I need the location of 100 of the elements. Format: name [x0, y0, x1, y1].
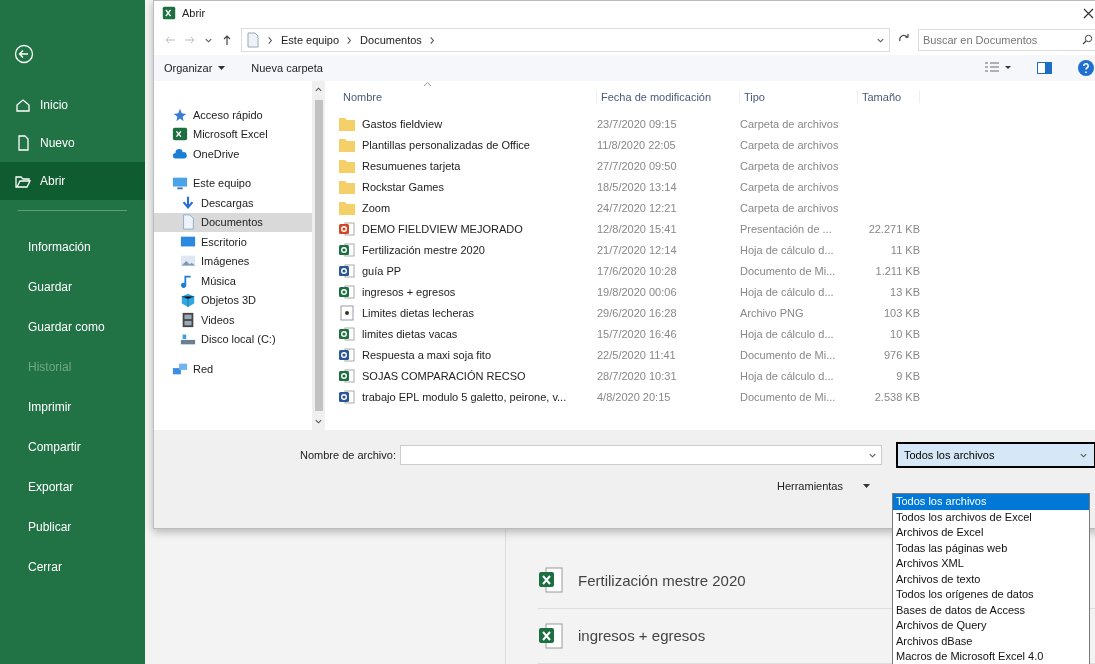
sidebar-item[interactable]: Nuevo: [0, 124, 145, 162]
column-header[interactable]: Tamaño: [858, 91, 920, 103]
caret-icon: [863, 483, 870, 489]
spreadsheet-icon: [162, 6, 176, 20]
size-cell-text: 22.271 KB: [867, 222, 920, 235]
file-type-option[interactable]: Archivos de Excel: [893, 525, 1089, 541]
window-title: Abrir: [182, 7, 207, 19]
help-icon[interactable]: [1078, 60, 1094, 76]
back-icon[interactable]: [14, 44, 34, 64]
document-file-icon: [339, 388, 355, 405]
file-type-option[interactable]: Todos los archivos: [893, 494, 1089, 510]
view-options-button[interactable]: [985, 62, 1011, 74]
breadcrumb-item[interactable]: Este equipo: [281, 34, 340, 46]
address-bar[interactable]: Este equipo Documentos: [241, 28, 890, 52]
file-name-cell[interactable]: guía PP: [339, 262, 597, 279]
folder-icon: [339, 179, 355, 194]
sidebar-item[interactable]: Información: [0, 227, 145, 267]
file-name-cell[interactable]: Gastos fieldview: [339, 116, 597, 131]
nav-item[interactable]: OneDrive: [154, 144, 312, 164]
date-cell-text: 22/5/2020 11:41: [597, 348, 677, 361]
file-type-option[interactable]: Macros de Microsoft Excel 4.0: [893, 649, 1089, 664]
document-file-icon: [339, 346, 355, 363]
type-cell-text: Carpeta de archivos: [740, 117, 840, 130]
file-name-cell[interactable]: Resumuenes tarjeta: [339, 158, 597, 173]
file-name-cell[interactable]: Fertilización mestre 2020: [339, 241, 597, 258]
file-type-option[interactable]: Archivos de texto: [893, 571, 1089, 587]
nav-item[interactable]: Microsoft Excel: [154, 124, 312, 144]
nav-item[interactable]: Acceso rápido: [154, 105, 312, 125]
sidebar-item[interactable]: Compartir: [0, 427, 145, 467]
column-header[interactable]: Fecha de modificación: [597, 91, 740, 103]
nav-item[interactable]: Descargas: [154, 193, 312, 213]
file-name-cell[interactable]: Plantillas personalizadas de Office: [339, 137, 597, 152]
preview-pane-icon[interactable]: [1037, 62, 1052, 74]
file-name-cell[interactable]: Limites dietas lecheras: [339, 304, 597, 321]
presentation-file-icon: [339, 220, 355, 237]
new-folder-button[interactable]: Nueva carpeta: [251, 62, 323, 74]
type-cell-text: Presentación de ...: [740, 222, 833, 235]
sidebar-item[interactable]: Exportar: [0, 467, 145, 507]
download-icon: [180, 194, 196, 211]
file-name-cell[interactable]: Zoom: [339, 200, 597, 215]
sidebar-item[interactable]: Guardar: [0, 267, 145, 307]
file-type-dropdown[interactable]: Todos los archivos: [896, 442, 1095, 468]
nav-item[interactable]: Objetos 3D: [154, 290, 312, 310]
date-cell-text: 24/7/2020 12:21: [597, 201, 678, 214]
file-name-cell[interactable]: Respuesta a maxi soja fito: [339, 346, 597, 363]
search-icon: [1082, 34, 1093, 45]
file-type-option[interactable]: Todas las páginas web: [893, 540, 1089, 556]
film-icon: [180, 311, 196, 328]
file-type-option[interactable]: Archivos de Query: [893, 618, 1089, 634]
sidebar-item[interactable]: Inicio: [0, 86, 145, 124]
sidebar-item[interactable]: Cerrar: [0, 547, 145, 587]
file-name-field[interactable]: [400, 445, 882, 465]
spreadsheet-file-icon: [538, 566, 564, 595]
chevron-right-icon: [266, 35, 275, 45]
file-type-option[interactable]: Archivos dBase: [893, 633, 1089, 649]
tools-button[interactable]: Herramientas: [776, 480, 870, 492]
size-cell-text: 10 KB: [889, 327, 920, 340]
nav-item[interactable]: Red: [154, 359, 312, 379]
column-header[interactable]: Tipo: [740, 91, 858, 103]
nav-item[interactable]: Videos: [154, 310, 312, 330]
up-button[interactable]: [221, 34, 233, 46]
search-field[interactable]: Buscar en Documentos: [918, 29, 1095, 51]
nav-item[interactable]: Imágenes: [154, 251, 312, 271]
sidebar-item[interactable]: Imprimir: [0, 387, 145, 427]
file-name-cell[interactable]: SOJAS COMPARACIÓN RECSO: [339, 367, 597, 384]
file-name-cell[interactable]: ingresos + egresos: [339, 283, 597, 300]
column-header[interactable]: Nombre: [339, 91, 597, 103]
file-name-cell[interactable]: DEMO FIELDVIEW MEJORADO: [339, 220, 597, 237]
organize-button[interactable]: Organizar: [164, 62, 226, 74]
scrollbar[interactable]: [312, 81, 325, 430]
scroll-down-icon: [314, 417, 323, 426]
nav-item[interactable]: Documentos: [154, 212, 312, 232]
document-file-icon: [339, 262, 355, 279]
sidebar-item[interactable]: Guardar como: [0, 307, 145, 347]
file-name-cell[interactable]: trabajo EPL modulo 5 galetto, peirone, v...: [339, 388, 597, 405]
nav-item[interactable]: Escritorio: [154, 232, 312, 252]
date-cell-text: 12/8/2020 15:41: [597, 222, 678, 235]
type-cell-text: Archivo PNG: [740, 306, 805, 319]
sidebar-item[interactable]: Abrir: [0, 162, 145, 200]
file-type-option[interactable]: Todos los archivos de Excel: [893, 509, 1089, 525]
nav-item[interactable]: Música: [154, 271, 312, 291]
date-cell-text: 11/8/2020 22:05: [597, 138, 677, 151]
date-cell-text: 23/7/2020 09:15: [597, 117, 678, 130]
scroll-up-icon: [314, 85, 323, 94]
spreadsheet-file-icon: [538, 621, 564, 650]
breadcrumb-item[interactable]: Documentos: [360, 34, 422, 46]
file-type-option[interactable]: Archivos XML: [893, 556, 1089, 572]
type-cell-text: Hoja de cálculo d...: [740, 369, 835, 382]
type-cell-text: Carpeta de archivos: [740, 180, 840, 193]
spreadsheet-file-icon: [339, 325, 355, 342]
nav-item[interactable]: Este equipo: [154, 173, 312, 193]
nav-item[interactable]: Disco local (C:): [154, 329, 312, 349]
file-type-option[interactable]: Todos los orígenes de datos: [893, 587, 1089, 603]
size-cell-text: 9 KB: [895, 369, 920, 382]
type-cell-text: Hoja de cálculo d...: [740, 285, 835, 298]
file-name-cell[interactable]: Rockstar Games: [339, 179, 597, 194]
type-cell-text: Documento de Mi...: [740, 348, 837, 361]
sidebar-item[interactable]: Publicar: [0, 507, 145, 547]
file-name-cell[interactable]: limites dietas vacas: [339, 325, 597, 342]
type-cell-text: Documento de Mi...: [740, 264, 837, 277]
